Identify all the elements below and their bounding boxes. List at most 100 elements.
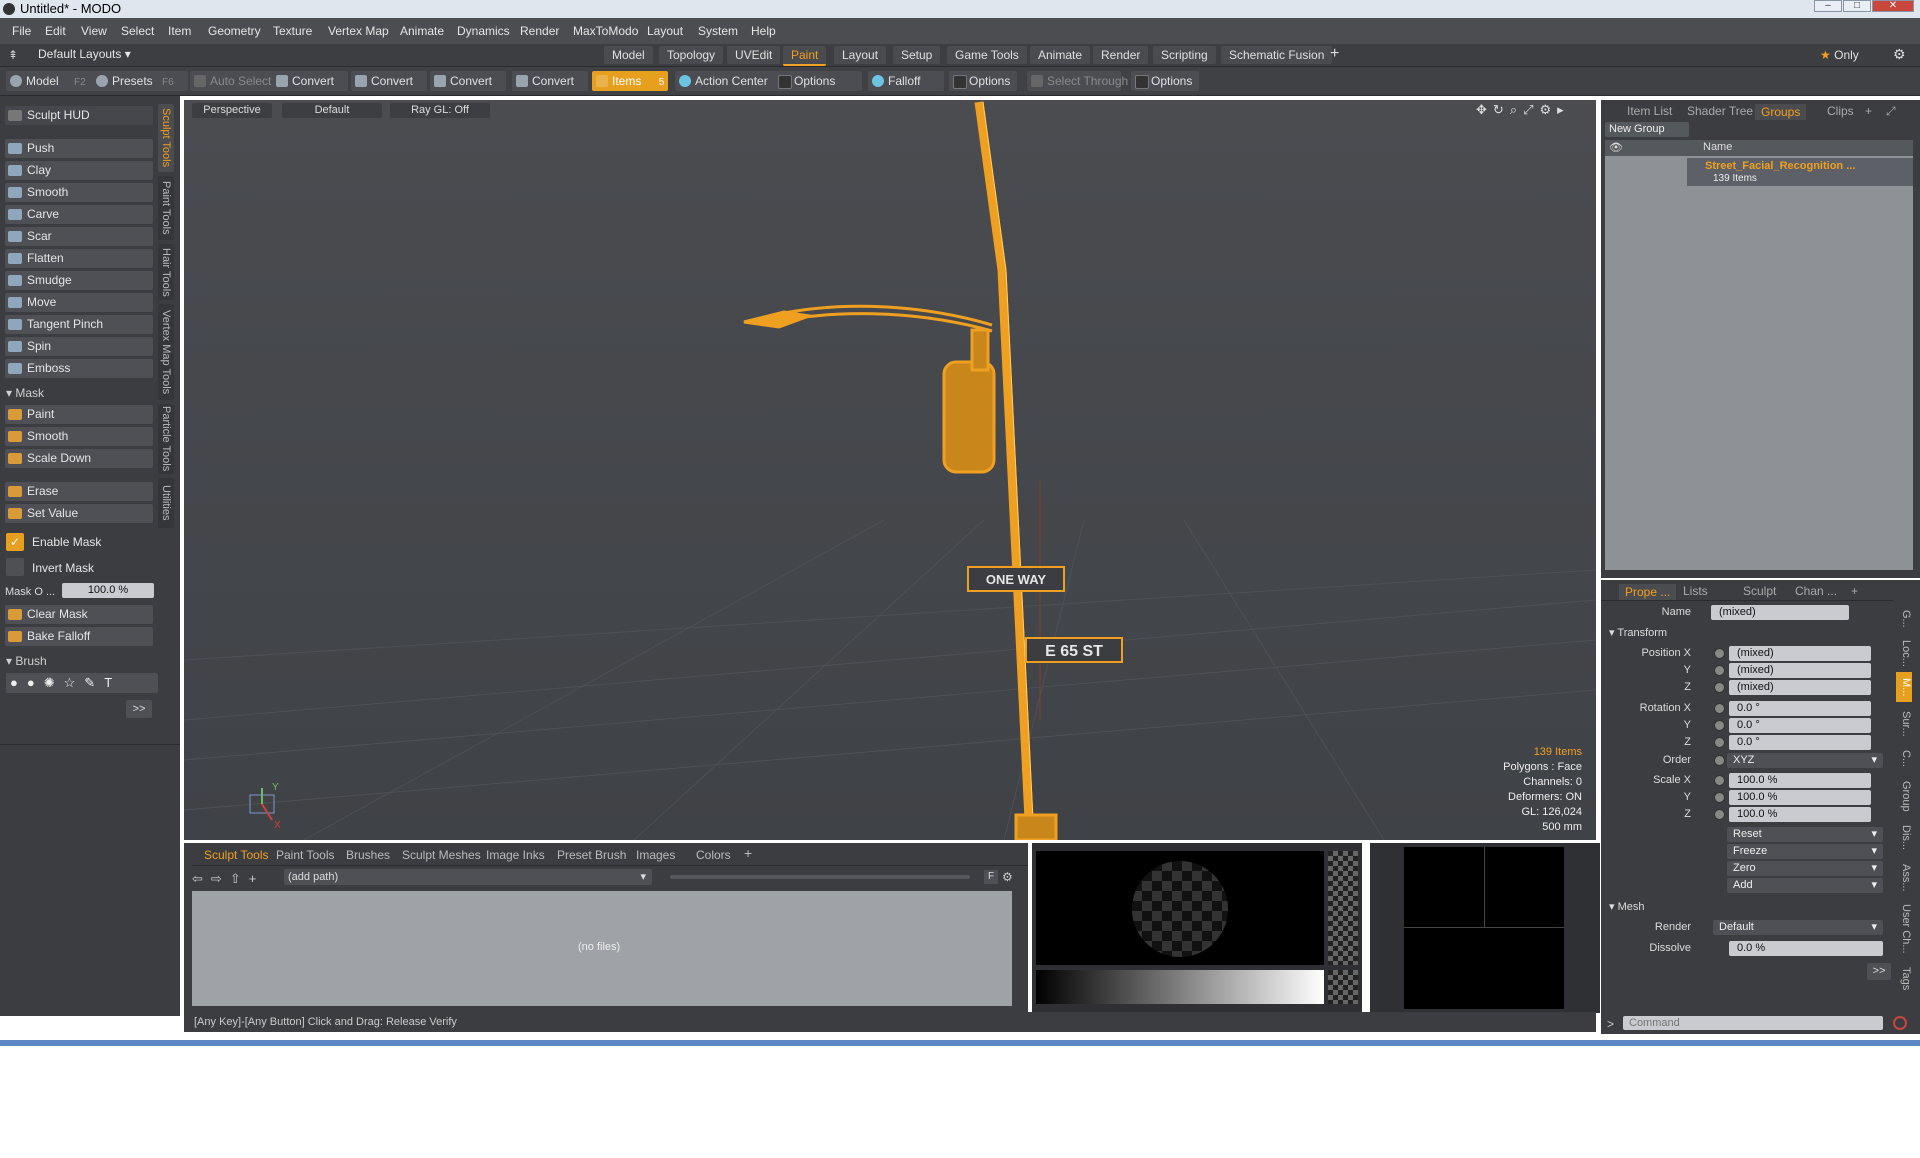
tool-flatten[interactable]: Flatten (5, 249, 153, 268)
animate-dot[interactable] (1714, 792, 1725, 803)
mask-opacity-field[interactable]: 100.0 % (62, 583, 154, 598)
tab-properties[interactable]: Prope ... (1619, 584, 1677, 600)
tab-mesh[interactable]: M... (1896, 672, 1912, 702)
tab-render[interactable]: Render (1093, 46, 1149, 64)
tool-clay[interactable]: Clay (5, 161, 153, 180)
render-dropdown[interactable]: Default ▾ (1713, 920, 1883, 935)
path-dropdown[interactable]: (add path) ▾ (284, 869, 652, 885)
zero-dropdown[interactable]: Zero ▾ (1727, 861, 1883, 876)
position-z-field[interactable]: (mixed) (1729, 680, 1871, 695)
tab-particle-tools[interactable]: Particle Tools (158, 404, 174, 474)
enable-mask-checkbox[interactable]: ✓ (6, 533, 24, 551)
animate-dot[interactable] (1714, 755, 1725, 766)
add-dropdown[interactable]: Add ▾ (1727, 878, 1883, 893)
menu-animate[interactable]: Animate (400, 24, 444, 38)
order-dropdown[interactable]: XYZ ▾ (1727, 753, 1883, 768)
record-icon[interactable] (1893, 1016, 1907, 1030)
tool-emboss[interactable]: Emboss (5, 359, 153, 378)
tab-paint-tools[interactable]: Paint Tools (276, 848, 334, 862)
freeze-dropdown[interactable]: Freeze ▾ (1727, 844, 1883, 859)
auto-select-button[interactable]: Auto Select (190, 71, 274, 91)
tab-animate[interactable]: Animate (1030, 46, 1091, 64)
tab-item-list[interactable]: Item List (1627, 104, 1672, 118)
tab-brushes[interactable]: Brushes (346, 848, 390, 862)
tab-paint-tools[interactable]: Paint Tools (158, 176, 174, 240)
tab-assembly[interactable]: Ass... (1896, 860, 1912, 896)
opacity-strip[interactable] (1328, 851, 1358, 965)
convert-polygons-button[interactable]: Convert (430, 71, 506, 91)
convert-edges-button[interactable]: Convert (351, 71, 427, 91)
menu-maxtomodo[interactable]: MaxToModo (573, 24, 638, 38)
tab-scripting[interactable]: Scripting (1153, 46, 1216, 64)
tab-general[interactable]: G... (1896, 604, 1912, 634)
tab-channels[interactable]: C... (1896, 746, 1912, 772)
select-through-button[interactable]: Select Through (1027, 71, 1128, 91)
filter-button[interactable]: F (984, 870, 998, 884)
menu-file[interactable]: File (12, 24, 31, 38)
tab-vertex-map-tools[interactable]: Vertex Map Tools (158, 304, 174, 400)
menu-layout[interactable]: Layout (647, 24, 683, 38)
maximize-button[interactable]: □ (1843, 0, 1871, 12)
tab-uvedit[interactable]: UVEdit (727, 46, 781, 64)
items-mode-button[interactable]: Items 5 (592, 71, 668, 91)
close-button[interactable]: ✕ (1872, 0, 1914, 12)
custom-brush-icon[interactable]: ✎ (84, 675, 104, 690)
tool-scar[interactable]: Scar (5, 227, 153, 246)
tab-tags[interactable]: Tags (1896, 962, 1912, 996)
add-tab-icon[interactable]: + (1851, 584, 1858, 598)
menu-geometry[interactable]: Geometry (208, 24, 261, 38)
more-icon[interactable]: ▸ (1557, 102, 1570, 117)
tab-locator[interactable]: Loc... (1896, 638, 1912, 668)
menu-edit[interactable]: Edit (45, 24, 66, 38)
add-tab-icon[interactable]: + (744, 845, 752, 861)
name-field[interactable]: (mixed) (1711, 605, 1849, 620)
pin-icon[interactable]: ⇞ (8, 48, 18, 62)
tab-topology[interactable]: Topology (659, 46, 724, 64)
rotation-y-field[interactable]: 0.0 ° (1729, 718, 1871, 733)
menu-render[interactable]: Render (520, 24, 559, 38)
tab-paint[interactable]: Paint (783, 46, 827, 66)
tab-lists[interactable]: Lists (1683, 584, 1708, 598)
tab-preset-brush[interactable]: Preset Brush (557, 848, 626, 862)
menu-item[interactable]: Item (168, 24, 191, 38)
invert-mask-checkbox[interactable] (6, 558, 24, 576)
position-y-field[interactable]: (mixed) (1729, 663, 1871, 678)
select-options-button[interactable]: Options (1131, 71, 1199, 91)
star-brush-icon[interactable]: ☆ (64, 675, 85, 690)
tab-sculpt-tools[interactable]: Sculpt Tools (158, 104, 174, 172)
more-button[interactable]: >> (1867, 963, 1891, 980)
tab-clips[interactable]: Clips (1827, 104, 1854, 118)
mask-section-header[interactable]: ▾ Mask (6, 386, 44, 400)
tab-sculpt[interactable]: Sculpt (1743, 584, 1776, 598)
menu-texture[interactable]: Texture (273, 24, 312, 38)
3d-viewport[interactable]: ONE WAY E 65 ST Y X Perspective Default … (184, 100, 1596, 840)
add-path-icon[interactable]: + (249, 871, 265, 886)
menu-view[interactable]: View (81, 24, 107, 38)
convert-materials-button[interactable]: Convert (512, 71, 588, 91)
menu-vertex-map[interactable]: Vertex Map (328, 24, 389, 38)
tab-utilities[interactable]: Utilities (158, 478, 174, 528)
gear-icon[interactable]: ⚙ (1893, 46, 1906, 63)
tab-sculpt-tools[interactable]: Sculpt Tools (204, 848, 268, 862)
animate-dot[interactable] (1714, 703, 1725, 714)
forward-icon[interactable]: ⇨ (211, 871, 230, 886)
tool-smudge[interactable]: Smudge (5, 271, 153, 290)
command-input[interactable] (1623, 1016, 1883, 1030)
transform-section-header[interactable]: ▾ Transform (1609, 626, 1667, 639)
sculpt-hud-button[interactable]: Sculpt HUD (5, 106, 153, 125)
file-browser-area[interactable]: (no files) (192, 891, 1012, 1006)
rotation-x-field[interactable]: 0.0 ° (1729, 701, 1871, 716)
mask-erase-button[interactable]: Erase (5, 482, 153, 501)
menu-help[interactable]: Help (751, 24, 776, 38)
action-center-options-button[interactable]: Options (774, 71, 862, 91)
action-center-button[interactable]: Action Center (675, 71, 783, 91)
ray-gl-toggle[interactable]: Ray GL: Off (390, 103, 490, 118)
menu-dynamics[interactable]: Dynamics (457, 24, 510, 38)
group-row[interactable]: Street_Facial_Recognition ... 139 Items (1687, 158, 1913, 186)
falloff-options-button[interactable]: Options (949, 71, 1017, 91)
fit-icon[interactable]: ⤢ (1523, 102, 1539, 117)
hard-brush-icon[interactable]: ● (27, 675, 44, 690)
falloff-button[interactable]: Falloff (868, 71, 944, 91)
up-icon[interactable]: ⇧ (230, 871, 249, 886)
splat-brush-icon[interactable]: ✺ (44, 675, 64, 690)
